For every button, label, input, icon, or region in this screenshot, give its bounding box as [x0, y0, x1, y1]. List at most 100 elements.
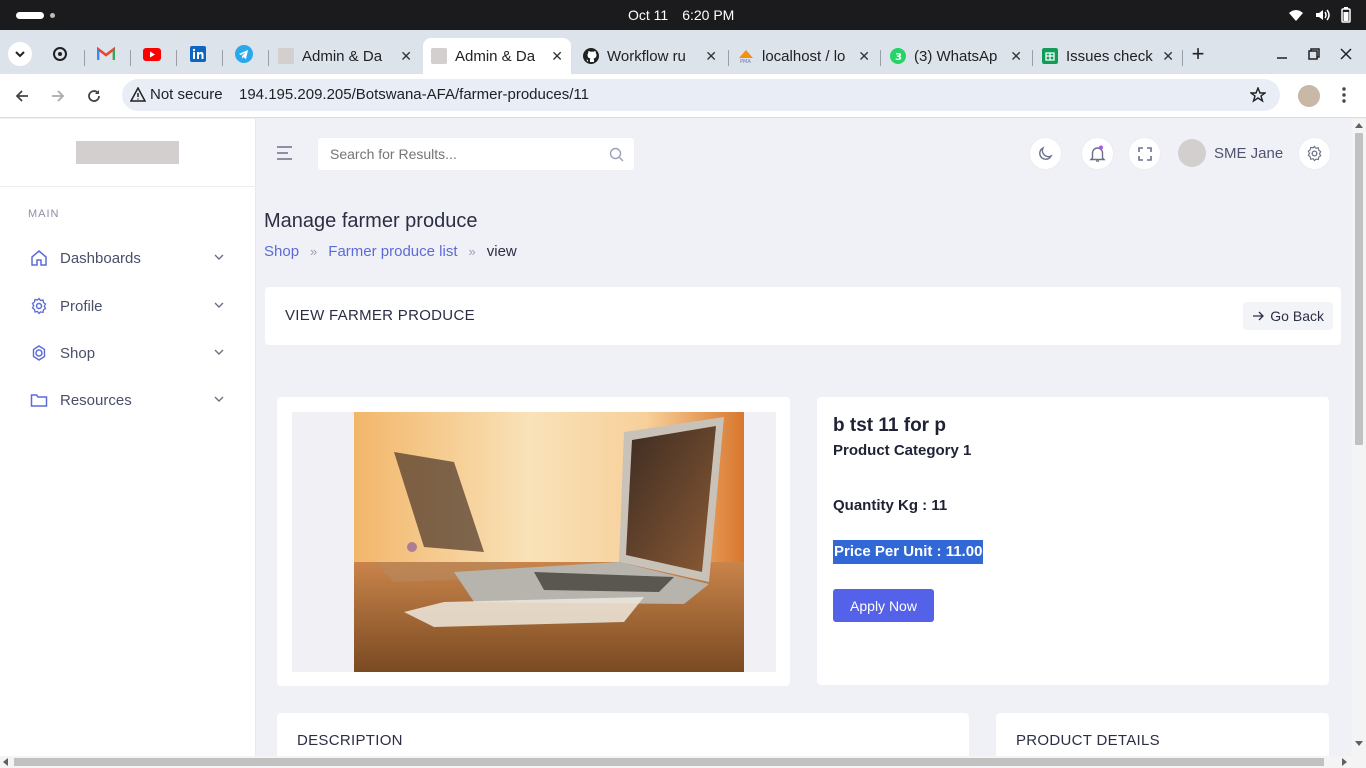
system-tray[interactable] — [1288, 7, 1352, 23]
time-label: 6:20 PM — [682, 7, 735, 23]
close-tab-icon[interactable]: ✕ — [1010, 48, 1022, 65]
close-tab-icon[interactable]: ✕ — [705, 48, 717, 65]
product-details-title: PRODUCT DETAILS — [1016, 732, 1160, 749]
pinned-tab-linkedin[interactable] — [188, 44, 208, 64]
close-tab-icon[interactable]: ✕ — [1162, 48, 1174, 65]
search-input[interactable] — [330, 146, 590, 162]
battery-icon — [1341, 7, 1351, 23]
telegram-icon — [235, 45, 253, 63]
sidebar: MAIN Dashboards Profile Shop Resources — [0, 119, 256, 756]
chevron-down-icon — [15, 51, 25, 58]
wifi-icon — [1289, 10, 1303, 21]
search-icon[interactable] — [609, 147, 624, 162]
sidebar-item-label: Profile — [60, 297, 103, 315]
scroll-up-icon[interactable] — [1355, 122, 1363, 128]
scroll-right-icon[interactable] — [1342, 758, 1348, 766]
close-tab-icon[interactable]: ✕ — [551, 48, 563, 65]
date-label: Oct 11 — [628, 7, 669, 23]
avatar — [1178, 139, 1206, 167]
forward-button[interactable] — [48, 86, 68, 106]
horizontal-scrollbar[interactable] — [0, 756, 1366, 768]
tab-localhost[interactable]: PMA localhost / lo ✕ — [730, 38, 878, 74]
maximize-button[interactable] — [1304, 44, 1324, 64]
minimize-button[interactable] — [1272, 44, 1292, 64]
product-quantity: Quantity Kg : 11 — [833, 497, 948, 514]
bookmark-star-icon[interactable] — [1250, 87, 1266, 103]
sidebar-item-shop[interactable]: Shop — [30, 341, 226, 365]
scroll-left-icon[interactable] — [2, 758, 8, 766]
apply-now-button[interactable]: Apply Now — [833, 589, 934, 622]
tab-whatsapp[interactable]: 3 (3) WhatsAp ✕ — [882, 38, 1030, 74]
description-card: DESCRIPTION — [277, 713, 969, 757]
tab-title: localhost / lo — [762, 47, 846, 65]
horizontal-scroll-thumb[interactable] — [14, 758, 1324, 766]
pinned-tab-youtube[interactable] — [142, 44, 162, 64]
tab-title: Admin & Da — [455, 47, 536, 65]
go-back-button[interactable]: Go Back — [1243, 302, 1333, 330]
breadcrumb-farmer-produce-list[interactable]: Farmer produce list — [328, 243, 457, 260]
vertical-scrollbar[interactable] — [1352, 119, 1366, 756]
app-header: SME Jane — [256, 119, 1352, 187]
reload-button[interactable] — [84, 86, 104, 106]
hamburger-icon — [277, 146, 292, 160]
menu-toggle-button[interactable] — [276, 145, 293, 161]
bell-icon — [1089, 145, 1106, 162]
tab-search-button[interactable] — [8, 42, 32, 66]
restore-icon — [1308, 48, 1320, 60]
volume-icon — [1316, 9, 1330, 21]
search-box[interactable] — [317, 137, 635, 171]
settings-button[interactable] — [1298, 137, 1331, 170]
address-bar[interactable]: Not secure 194.195.209.205/Botswana-AFA/… — [122, 79, 1280, 111]
chevron-down-icon — [214, 254, 224, 260]
pinned-tab-gmail[interactable] — [96, 44, 116, 64]
theme-toggle-button[interactable] — [1029, 137, 1062, 170]
whatsapp-icon: 3 — [890, 48, 906, 64]
notifications-button[interactable] — [1081, 137, 1114, 170]
plus-icon: + — [1191, 41, 1205, 66]
profile-avatar[interactable] — [1298, 85, 1320, 107]
url-text[interactable]: 194.195.209.205/Botswana-AFA/farmer-prod… — [239, 86, 589, 103]
tab-issues-check[interactable]: Issues check ✕ — [1034, 38, 1182, 74]
vertical-scroll-thumb[interactable] — [1355, 133, 1363, 445]
fullscreen-button[interactable] — [1128, 137, 1161, 170]
product-image[interactable] — [354, 412, 744, 672]
breadcrumb-shop[interactable]: Shop — [264, 243, 299, 260]
sidebar-item-resources[interactable]: Resources — [30, 388, 226, 412]
phpmyadmin-icon: PMA — [739, 50, 753, 64]
pinned-tab-chatgpt[interactable] — [50, 44, 70, 64]
sidebar-item-dashboards[interactable]: Dashboards — [30, 246, 226, 270]
tab-title: Issues check — [1066, 47, 1153, 65]
sheets-icon — [1042, 48, 1058, 64]
fullscreen-icon — [1137, 146, 1152, 161]
arrow-right-icon — [1253, 311, 1265, 321]
tab-admin-dashboard-2[interactable]: Admin & Da ✕ — [423, 38, 571, 74]
close-tab-icon[interactable]: ✕ — [858, 48, 870, 65]
sidebar-item-label: Resources — [60, 391, 132, 409]
close-window-button[interactable] — [1336, 44, 1356, 64]
back-button[interactable] — [12, 86, 32, 106]
new-tab-button[interactable]: + — [1188, 41, 1208, 66]
view-header-card: VIEW FARMER PRODUCE Go Back — [265, 287, 1341, 345]
gmail-icon — [97, 47, 115, 60]
activities-indicator[interactable] — [16, 12, 44, 19]
sidebar-item-label: Shop — [60, 344, 96, 362]
tab-workflow-runs[interactable]: Workflow ru ✕ — [575, 38, 725, 74]
gear-icon — [31, 297, 47, 315]
svg-text:PMA: PMA — [740, 59, 751, 64]
scroll-down-icon[interactable] — [1355, 741, 1363, 747]
chevron-down-icon — [214, 302, 224, 308]
close-tab-icon[interactable]: ✕ — [400, 48, 412, 65]
sidebar-item-profile[interactable]: Profile — [30, 294, 226, 318]
clock[interactable]: Oct 11 6:20 PM — [628, 7, 828, 23]
home-icon — [31, 250, 47, 266]
app-logo[interactable] — [76, 141, 179, 164]
browser-menu-button[interactable] — [1336, 86, 1352, 104]
sidebar-section-label: MAIN — [28, 208, 60, 220]
product-info-card: b tst 11 for p Product Category 1 Quanti… — [817, 397, 1329, 685]
image-frame — [292, 412, 776, 672]
tab-admin-dashboard-1[interactable]: Admin & Da ✕ — [270, 38, 420, 74]
product-price: Price Per Unit : 11.00 — [833, 540, 984, 564]
site-info-button[interactable]: Not secure — [130, 86, 223, 103]
user-menu[interactable]: SME Jane — [1178, 139, 1283, 167]
pinned-tab-telegram[interactable] — [234, 44, 254, 64]
